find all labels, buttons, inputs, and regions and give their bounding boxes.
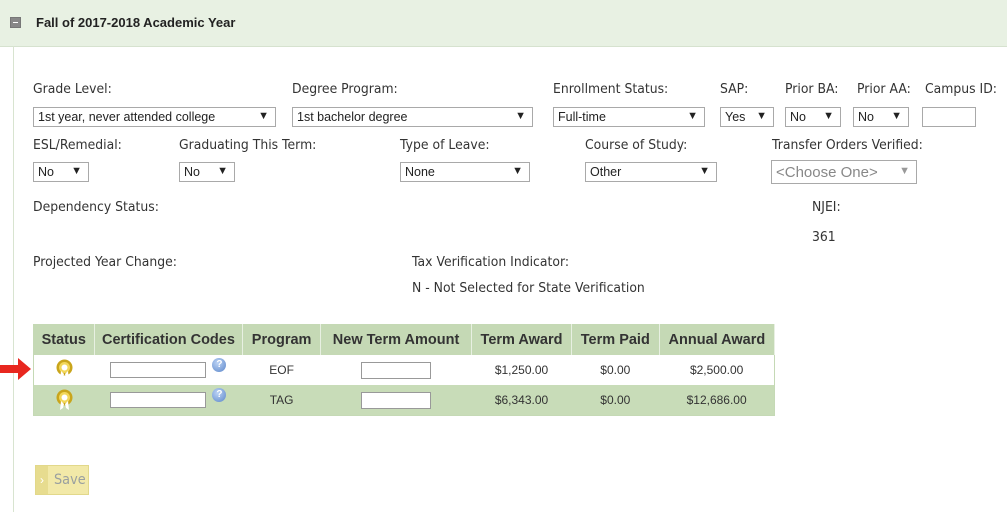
campus-id-input[interactable] <box>922 107 976 127</box>
annual-award-cell: $2,500.00 <box>659 355 775 385</box>
chevron-down-icon: ▼ <box>512 165 523 177</box>
type-of-leave-select[interactable]: None ▼ <box>400 162 530 182</box>
njei-value: 361 <box>812 229 836 245</box>
term-paid-cell: $0.00 <box>571 355 660 385</box>
red-arrow-icon <box>0 358 31 380</box>
grade-level-value: 1st year, never attended college <box>38 110 216 124</box>
prior-aa-select[interactable]: No ▼ <box>853 107 909 127</box>
certification-codes-input[interactable] <box>110 392 207 408</box>
chevron-down-icon: ▼ <box>899 165 910 177</box>
transfer-orders-verified-value: <Choose One> <box>776 164 878 181</box>
new-term-amount-cell <box>320 385 472 416</box>
awards-table: Status Certification Codes Program New T… <box>33 324 776 416</box>
status-cell <box>33 385 95 416</box>
degree-program-value: 1st bachelor degree <box>297 110 408 124</box>
enrollment-status-label: Enrollment Status: <box>553 81 669 97</box>
section-header: Fall of 2017-2018 Academic Year <box>0 0 1007 47</box>
course-of-study-value: Other <box>590 165 622 179</box>
graduating-this-term-select[interactable]: No ▼ <box>179 162 235 182</box>
chevron-down-icon: ▼ <box>515 110 526 122</box>
sap-label: SAP: <box>720 81 749 97</box>
program-cell: TAG <box>242 385 321 416</box>
type-of-leave-label: Type of Leave: <box>400 137 490 153</box>
award-ribbon-icon[interactable] <box>56 389 73 411</box>
chevron-down-icon: ▼ <box>699 165 710 177</box>
term-award-cell: $1,250.00 <box>471 355 572 385</box>
chevron-down-icon: ▼ <box>687 110 698 122</box>
chevron-down-icon: ▼ <box>823 110 834 122</box>
campus-id-label: Campus ID: <box>925 81 997 97</box>
award-ribbon-icon[interactable] <box>56 359 73 381</box>
prior-ba-select[interactable]: No ▼ <box>785 107 841 127</box>
term-paid-cell: $0.00 <box>571 385 660 416</box>
esl-remedial-select[interactable]: No ▼ <box>33 162 89 182</box>
chevron-down-icon: ▼ <box>258 110 269 122</box>
chevron-down-icon: ▼ <box>71 165 82 177</box>
col-header-certification-codes: Certification Codes <box>94 324 244 355</box>
esl-remedial-value: No <box>38 165 54 179</box>
new-term-amount-input[interactable] <box>361 361 432 379</box>
course-of-study-select[interactable]: Other ▼ <box>585 162 717 182</box>
col-header-term-award: Term Award <box>471 324 572 355</box>
col-header-annual-award: Annual Award <box>659 324 776 355</box>
tax-verification-value: N - Not Selected for State Verification <box>412 280 645 296</box>
prior-aa-value: No <box>858 110 874 124</box>
certification-codes-cell: ? <box>94 355 243 385</box>
table-row: ? EOF $1,250.00 $0.00 $2,500.00 <box>33 355 775 385</box>
degree-program-select[interactable]: 1st bachelor degree ▼ <box>292 107 533 127</box>
type-of-leave-value: None <box>405 165 435 179</box>
degree-program-label: Degree Program: <box>292 81 398 97</box>
save-button[interactable]: › Save <box>35 465 89 495</box>
certification-codes-input[interactable] <box>110 362 207 378</box>
chevron-down-icon: ▼ <box>891 110 902 122</box>
table-header-row: Status Certification Codes Program New T… <box>33 324 776 355</box>
sap-select[interactable]: Yes ▼ <box>720 107 774 127</box>
transfer-orders-verified-label: Transfer Orders Verified: <box>772 137 923 153</box>
help-icon[interactable]: ? <box>212 388 227 402</box>
enrollment-status-select[interactable]: Full-time ▼ <box>553 107 705 127</box>
chevron-right-icon: › <box>36 466 48 494</box>
certification-codes-cell: ? <box>94 385 243 416</box>
col-header-status: Status <box>33 324 95 355</box>
section-title: Fall of 2017-2018 Academic Year <box>36 15 236 30</box>
collapse-icon[interactable] <box>10 17 21 28</box>
term-award-cell: $6,343.00 <box>471 385 572 416</box>
grade-level-label: Grade Level: <box>33 81 112 97</box>
prior-ba-label: Prior BA: <box>785 81 839 97</box>
chevron-down-icon: ▼ <box>756 110 767 122</box>
graduating-this-term-label: Graduating This Term: <box>179 137 317 153</box>
help-icon[interactable]: ? <box>212 358 227 372</box>
prior-ba-value: No <box>790 110 806 124</box>
col-header-term-paid: Term Paid <box>571 324 660 355</box>
projected-year-change-label: Projected Year Change: <box>33 254 177 270</box>
section-border <box>13 46 14 512</box>
graduating-this-term-value: No <box>184 165 200 179</box>
grade-level-select[interactable]: 1st year, never attended college ▼ <box>33 107 276 127</box>
table-row: ? TAG $6,343.00 $0.00 $12,686.00 <box>33 385 775 416</box>
new-term-amount-input[interactable] <box>361 391 432 409</box>
enrollment-status-value: Full-time <box>558 110 606 124</box>
dependency-status-label: Dependency Status: <box>33 199 159 215</box>
course-of-study-label: Course of Study: <box>585 137 688 153</box>
prior-aa-label: Prior AA: <box>857 81 911 97</box>
col-header-program: Program <box>242 324 321 355</box>
program-cell: EOF <box>242 355 321 385</box>
chevron-down-icon: ▼ <box>217 165 228 177</box>
new-term-amount-cell <box>320 355 472 385</box>
njei-label: NJEI: <box>812 199 841 215</box>
transfer-orders-verified-select[interactable]: <Choose One> ▼ <box>771 160 917 184</box>
save-button-label: Save <box>54 472 86 488</box>
annual-award-cell: $12,686.00 <box>659 385 775 416</box>
tax-verification-label: Tax Verification Indicator: <box>412 254 570 270</box>
status-cell <box>33 355 95 385</box>
esl-remedial-label: ESL/Remedial: <box>33 137 122 153</box>
col-header-new-term-amount: New Term Amount <box>320 324 473 355</box>
sap-value: Yes <box>725 110 746 124</box>
